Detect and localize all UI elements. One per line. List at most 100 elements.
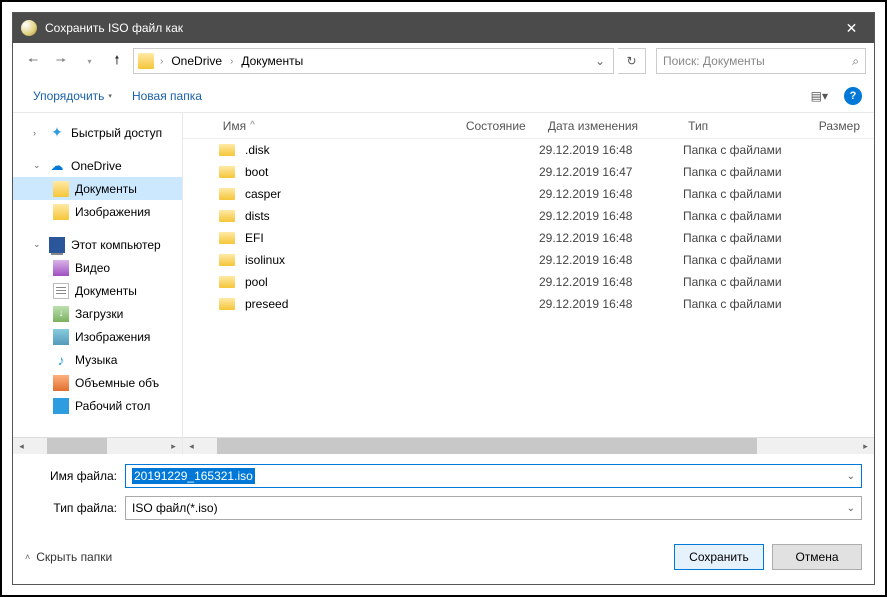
column-type[interactable]: Тип (678, 113, 809, 138)
filename-input[interactable]: 20191229_165321.iso ⌄ (125, 464, 862, 488)
file-date: 29.12.2019 16:48 (539, 253, 683, 267)
file-type: Папка с файлами (683, 187, 817, 201)
chevron-up-icon: ˄ (25, 552, 30, 562)
sidebar-item-desktop[interactable]: Рабочий стол (13, 394, 182, 417)
scroll-right-icon[interactable]: ▸ (857, 438, 874, 454)
column-size[interactable]: Размер (809, 113, 870, 138)
file-name: boot (243, 165, 455, 179)
hide-folders-button[interactable]: ˄ Скрыть папки (25, 550, 112, 564)
table-row[interactable]: preseed29.12.2019 16:48Папка с файлами (183, 293, 874, 315)
back-button[interactable]: 🠔 (21, 49, 45, 73)
column-state[interactable]: Состояние (456, 113, 538, 138)
column-name[interactable]: Имя^ (213, 113, 456, 138)
file-name: .disk (243, 143, 455, 157)
folder-icon (53, 181, 69, 197)
sidebar-item-onedrive[interactable]: ⌄ ☁ OneDrive (13, 154, 182, 177)
window-title: Сохранить ISO файл как (45, 21, 829, 35)
filename-label: Имя файла: (25, 469, 125, 483)
toolbar: Упорядочить▾ Новая папка ▤▾ ? (13, 79, 874, 113)
forward-button[interactable]: 🠖 (49, 49, 73, 73)
file-date: 29.12.2019 16:48 (539, 143, 683, 157)
table-row[interactable]: boot29.12.2019 16:47Папка с файлами (183, 161, 874, 183)
video-icon (53, 260, 69, 276)
organize-button[interactable]: Упорядочить▾ (25, 85, 120, 107)
column-date[interactable]: Дата изменения (538, 113, 678, 138)
path-segment[interactable]: OneDrive (169, 54, 224, 68)
file-date: 29.12.2019 16:48 (539, 187, 683, 201)
sidebar-item-video[interactable]: Видео (13, 256, 182, 279)
sidebar-item-images-pc[interactable]: Изображения (13, 325, 182, 348)
search-box[interactable]: Поиск: Документы ⌕ (656, 48, 866, 74)
sidebar-item-3d-objects[interactable]: Объемные объ (13, 371, 182, 394)
view-options-button[interactable]: ▤▾ (807, 87, 832, 105)
file-list: .disk29.12.2019 16:48Папка с файламиboot… (183, 139, 874, 437)
close-button[interactable]: ✕ (829, 13, 874, 43)
file-type: Папка с файлами (683, 275, 817, 289)
filetype-select[interactable]: ISO файл(*.iso) ⌄ (125, 496, 862, 520)
sort-asc-icon: ^ (250, 120, 255, 131)
sidebar-item-quick-access[interactable]: › ✦ Быстрый доступ (13, 121, 182, 144)
table-row[interactable]: pool29.12.2019 16:48Папка с файлами (183, 271, 874, 293)
folder-icon (219, 232, 235, 244)
footer: ˄ Скрыть папки Сохранить Отмена (13, 534, 874, 584)
inputs-area: Имя файла: 20191229_165321.iso ⌄ Тип фай… (13, 454, 874, 534)
sidebar-item-images[interactable]: Изображения (13, 200, 182, 223)
new-folder-button[interactable]: Новая папка (124, 85, 210, 107)
refresh-button[interactable]: ↻ (618, 48, 646, 74)
scroll-thumb[interactable] (217, 438, 757, 454)
sidebar-item-this-pc[interactable]: ⌄ Этот компьютер (13, 233, 182, 256)
chevron-down-icon[interactable]: ⌄ (847, 503, 855, 514)
file-type: Папка с файлами (683, 143, 817, 157)
table-row[interactable]: isolinux29.12.2019 16:48Папка с файлами (183, 249, 874, 271)
cancel-button[interactable]: Отмена (772, 544, 862, 570)
folder-icon (219, 188, 235, 200)
chevron-down-icon[interactable]: ⌄ (847, 471, 855, 482)
collapse-icon[interactable]: ⌄ (33, 239, 43, 250)
file-type: Папка с файлами (683, 253, 817, 267)
sidebar-item-documents[interactable]: Документы (13, 177, 182, 200)
table-row[interactable]: EFI29.12.2019 16:48Папка с файлами (183, 227, 874, 249)
scroll-left-icon[interactable]: ◂ (183, 438, 200, 454)
app-icon (21, 20, 37, 36)
scroll-thumb[interactable] (47, 438, 107, 454)
file-date: 29.12.2019 16:48 (539, 275, 683, 289)
sidebar-item-music[interactable]: ♪ Музыка (13, 348, 182, 371)
scroll-left-icon[interactable]: ◂ (13, 438, 30, 454)
scroll-right-icon[interactable]: ▸ (165, 438, 182, 454)
folder-icon (219, 144, 235, 156)
file-name: EFI (243, 231, 455, 245)
chevron-icon: › (226, 56, 237, 67)
star-icon: ✦ (49, 125, 65, 141)
filelist-scrollbar[interactable]: ◂ ▸ (183, 437, 874, 454)
help-button[interactable]: ? (844, 87, 862, 105)
column-headers: Имя^ Состояние Дата изменения Тип Размер (183, 113, 874, 139)
sidebar-scrollbar[interactable]: ◂ ▸ (13, 437, 182, 454)
save-button[interactable]: Сохранить (674, 544, 764, 570)
cloud-icon: ☁ (49, 158, 65, 174)
collapse-icon[interactable]: ⌄ (33, 160, 43, 171)
address-bar[interactable]: › OneDrive › Документы ⌄ (133, 48, 614, 74)
expand-icon[interactable]: › (33, 128, 43, 138)
document-icon (53, 283, 69, 299)
path-dropdown[interactable]: ⌄ (591, 54, 609, 68)
table-row[interactable]: dists29.12.2019 16:48Папка с файлами (183, 205, 874, 227)
recent-dropdown[interactable]: ▾ (77, 49, 101, 73)
sidebar-item-downloads[interactable]: Загрузки (13, 302, 182, 325)
folder-icon (53, 204, 69, 220)
cube-icon (53, 375, 69, 391)
nav-row: 🠔 🠖 ▾ 🠕 › OneDrive › Документы ⌄ ↻ Поиск… (13, 43, 874, 79)
filename-value: 20191229_165321.iso (132, 468, 255, 484)
sidebar-item-documents-pc[interactable]: Документы (13, 279, 182, 302)
search-icon: ⌕ (852, 54, 859, 69)
pc-icon (49, 237, 65, 253)
image-icon (53, 329, 69, 345)
save-file-dialog: Сохранить ISO файл как ✕ 🠔 🠖 ▾ 🠕 › OneDr… (12, 12, 875, 585)
folder-icon (219, 166, 235, 178)
file-type: Папка с файлами (683, 209, 817, 223)
path-segment[interactable]: Документы (239, 54, 305, 68)
table-row[interactable]: casper29.12.2019 16:48Папка с файлами (183, 183, 874, 205)
table-row[interactable]: .disk 29.12.2019 16:48Папка с файлами (183, 139, 874, 161)
sidebar: › ✦ Быстрый доступ ⌄ ☁ OneDrive Документ… (13, 113, 183, 454)
file-date: 29.12.2019 16:48 (539, 209, 683, 223)
up-button[interactable]: 🠕 (105, 49, 129, 73)
